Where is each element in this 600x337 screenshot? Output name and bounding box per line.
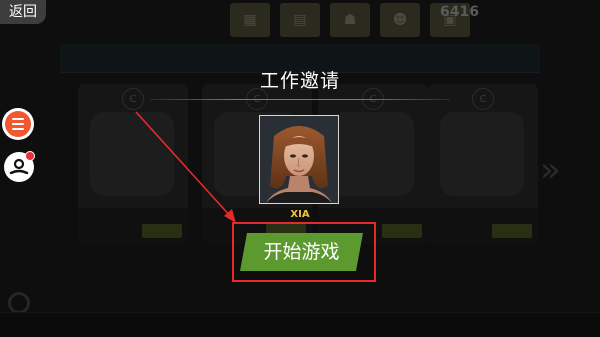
annotation-arrow <box>135 111 236 223</box>
